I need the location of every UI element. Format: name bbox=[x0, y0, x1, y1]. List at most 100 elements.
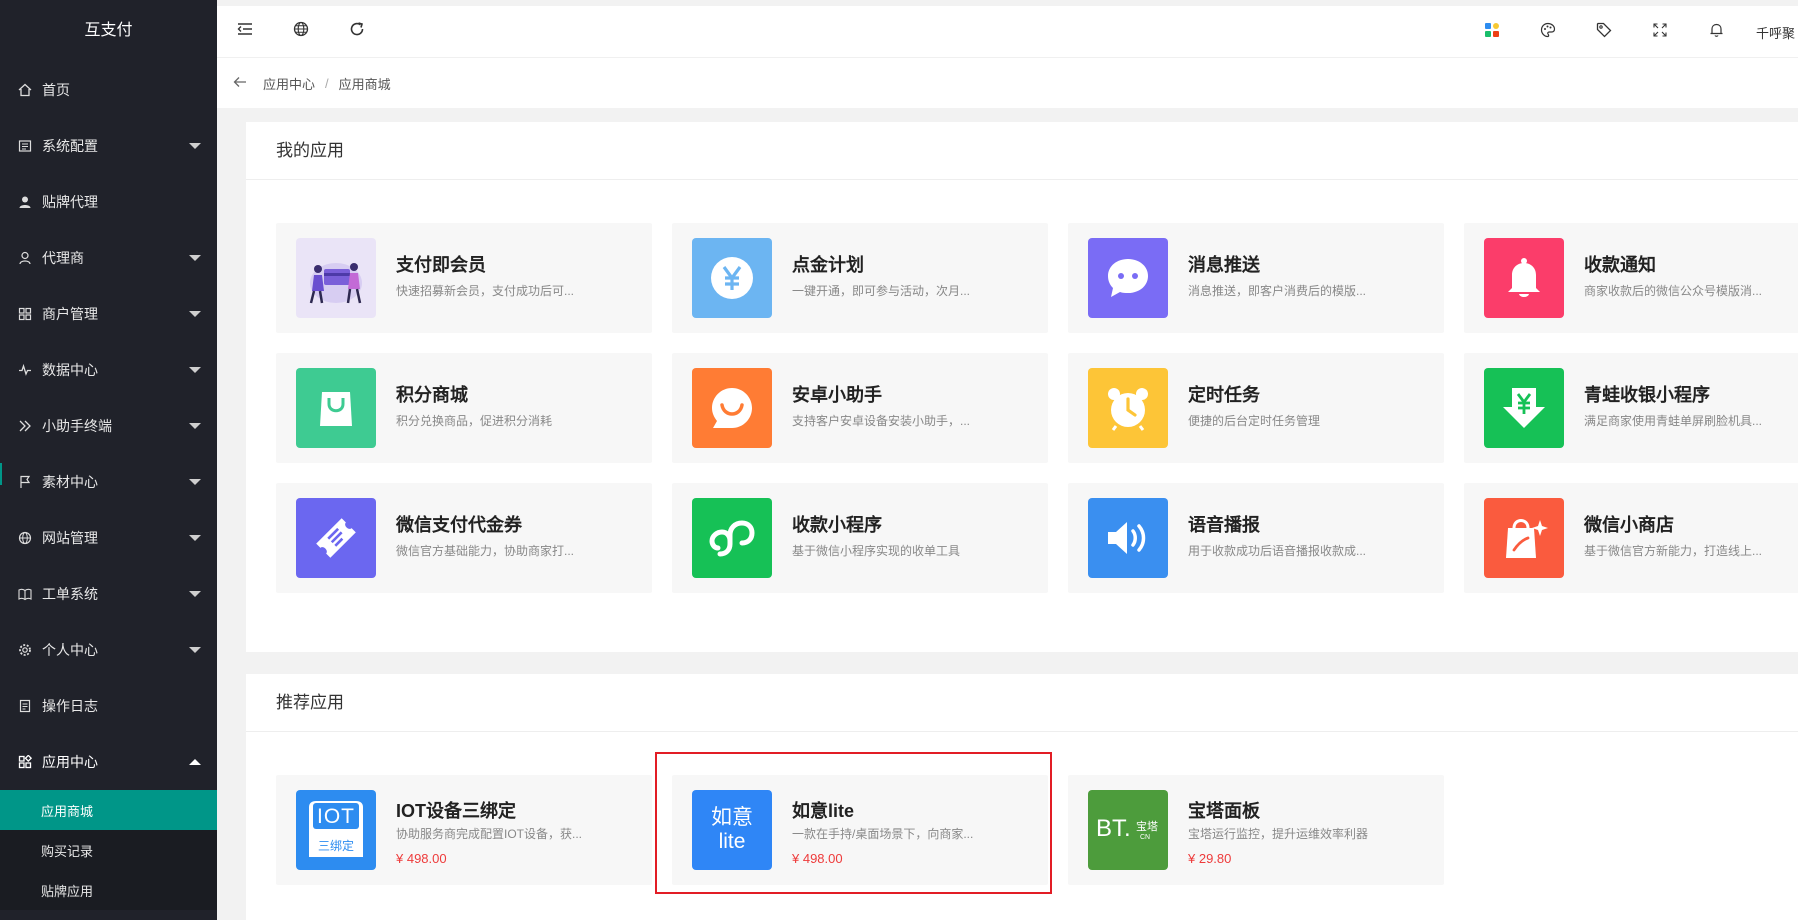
yuan-icon bbox=[692, 238, 772, 318]
sidebar-item-website[interactable]: 网站管理 bbox=[0, 510, 217, 566]
sidebar-item-label: 个人中心 bbox=[42, 642, 98, 658]
breadcrumb-current: 应用商城 bbox=[338, 76, 391, 92]
tag-icon bbox=[1596, 22, 1612, 43]
menu-toggle-button[interactable] bbox=[217, 6, 273, 58]
pulse-icon bbox=[16, 361, 34, 379]
app-desc: 基于微信官方新能力，打造线上... bbox=[1584, 544, 1763, 558]
app-desc: 消息推送，即客户消费后的模版... bbox=[1188, 284, 1367, 298]
breadcrumb: 应用中心 / 应用商城 bbox=[217, 58, 1798, 108]
app-name: 微信小商店 bbox=[1584, 515, 1674, 535]
mini-program-icon bbox=[692, 498, 772, 578]
sidebar-item-personal-center[interactable]: 个人中心 bbox=[0, 622, 217, 678]
app-card-ruyi-lite[interactable]: 如意 lite 如意lite 一款在手持/桌面场景下，向商家... ¥ 498.… bbox=[672, 775, 1048, 885]
app-name: 如意lite bbox=[792, 801, 855, 821]
app-card-member-pay[interactable]: 支付即会员 快速招募新会员，支付成功后可... bbox=[276, 223, 652, 333]
app-desc: 协助服务商完成配置IOT设备，获... bbox=[396, 827, 583, 841]
my-apps-panel: 我的应用 支付即会员 快速招募新会员，支付成功后可... 点金计划 一键开通，即… bbox=[246, 122, 1798, 652]
arrow-left-icon bbox=[233, 76, 247, 91]
refresh-button[interactable] bbox=[329, 6, 385, 58]
app-card-android-assistant[interactable]: 安卓小助手 支持客户安卓设备安装小助手，... bbox=[672, 353, 1048, 463]
submenu-item-purchase-records[interactable]: 购买记录 bbox=[0, 830, 217, 870]
sidebar-item-label: 代理商 bbox=[42, 250, 84, 266]
tag-button[interactable] bbox=[1576, 6, 1632, 58]
user-icon bbox=[16, 193, 34, 211]
member-illustration-icon bbox=[296, 238, 376, 318]
app-card-frog-cashier[interactable]: 青蛙收银小程序 满足商家使用青蛙单屏刷脸机具... bbox=[1464, 353, 1798, 463]
top-header: 千呼聚 bbox=[217, 6, 1798, 58]
sidebar-item-ticket[interactable]: 工单系统 bbox=[0, 566, 217, 622]
sidebar-item-label: 操作日志 bbox=[42, 698, 98, 714]
submenu-item-app-store[interactable]: 应用商城 bbox=[0, 790, 217, 830]
ruyi-logo-top: 如意 bbox=[711, 805, 753, 829]
app-price: ¥ 498.00 bbox=[792, 851, 843, 866]
breadcrumb-parent[interactable]: 应用中心 bbox=[263, 74, 315, 93]
header-right: 千呼聚 bbox=[1464, 6, 1798, 58]
sidebar: 互支付 首页 系统配置 贴牌代理 代理商 商户管理 数据中心 小助手终端 素材中… bbox=[0, 0, 217, 920]
user-name[interactable]: 千呼聚 bbox=[1744, 23, 1798, 42]
app-grid-button[interactable] bbox=[1464, 6, 1520, 58]
app-name: 积分商城 bbox=[396, 385, 468, 405]
app-name: 支付即会员 bbox=[396, 255, 486, 275]
app-desc: 支持客户安卓设备安装小助手，... bbox=[792, 414, 971, 428]
theme-button[interactable] bbox=[1520, 6, 1576, 58]
app-card-scheduled-task[interactable]: 定时任务 便捷的后台定时任务管理 bbox=[1068, 353, 1444, 463]
sidebar-item-app-center[interactable]: 应用中心 bbox=[0, 734, 217, 790]
chevron-down-icon bbox=[189, 423, 201, 429]
terminal-icon bbox=[16, 417, 34, 435]
app-desc: 微信官方基础能力，协助商家打... bbox=[396, 544, 575, 558]
app-card-payment-mini-program[interactable]: 收款小程序 基于微信小程序实现的收单工具 bbox=[672, 483, 1048, 593]
app-card-wechat-shop[interactable]: 微信小商店 基于微信官方新能力，打造线上... bbox=[1464, 483, 1798, 593]
ruyi-logo-bottom: lite bbox=[718, 830, 746, 853]
indent-icon bbox=[237, 22, 253, 41]
website-button[interactable] bbox=[273, 6, 329, 58]
sidebar-item-home[interactable]: 首页 bbox=[0, 62, 217, 118]
app-desc: 用于收款成功后语音播报收款成... bbox=[1188, 544, 1367, 558]
iot-logo-bottom: 三绑定 bbox=[317, 839, 354, 853]
bt-icon: BT. 宝塔 CN bbox=[1088, 790, 1168, 870]
app-card-bt-panel[interactable]: BT. 宝塔 CN 宝塔面板 宝塔运行监控，提升运维效率利器 ¥ 29.80 bbox=[1068, 775, 1444, 885]
app-card-wechat-coupon[interactable]: 微信支付代金券 微信官方基础能力，协助商家打... bbox=[276, 483, 652, 593]
notification-button[interactable] bbox=[1688, 6, 1744, 58]
book-icon bbox=[16, 585, 34, 603]
sidebar-item-label: 数据中心 bbox=[42, 362, 98, 378]
person-icon bbox=[16, 249, 34, 267]
sidebar-item-label: 贴牌代理 bbox=[42, 194, 98, 210]
sidebar-item-brand-agent[interactable]: 贴牌代理 bbox=[0, 174, 217, 230]
app-desc: 积分兑换商品，促进积分消耗 bbox=[396, 414, 553, 428]
app-name: 收款小程序 bbox=[792, 515, 882, 535]
back-button[interactable] bbox=[217, 76, 263, 91]
submenu-item-brand-apps[interactable]: 贴牌应用 bbox=[0, 870, 217, 910]
app-card-points-mall[interactable]: 积分商城 积分兑换商品，促进积分消耗 bbox=[276, 353, 652, 463]
fullscreen-button[interactable] bbox=[1632, 6, 1688, 58]
sidebar-item-label: 商户管理 bbox=[42, 306, 98, 322]
sidebar-item-data-center[interactable]: 数据中心 bbox=[0, 342, 217, 398]
app-name: 点金计划 bbox=[792, 255, 864, 275]
app-card-voice-broadcast[interactable]: 语音播报 用于收款成功后语音播报收款成... bbox=[1068, 483, 1444, 593]
bell-icon bbox=[1709, 22, 1724, 43]
app-card-iot-binding[interactable]: IOT 三绑定 IOT设备三绑定 协助服务商完成配置IOT设备，获... ¥ 4… bbox=[276, 775, 652, 885]
sidebar-item-system-config[interactable]: 系统配置 bbox=[0, 118, 217, 174]
app-card-message-push[interactable]: 消息推送 消息推送，即客户消费后的模版... bbox=[1068, 223, 1444, 333]
bt-logo-bottom: 宝塔 bbox=[1136, 821, 1158, 833]
recommended-apps-panel: 推荐应用 IOT 三绑定 IOT设备三绑定 协助服务商完成配置IOT设备，获..… bbox=[246, 674, 1798, 920]
app-name: 微信支付代金券 bbox=[396, 515, 522, 535]
sidebar-item-agent[interactable]: 代理商 bbox=[0, 230, 217, 286]
bt-logo-top: BT. bbox=[1096, 815, 1131, 842]
sidebar-item-merchant[interactable]: 商户管理 bbox=[0, 286, 217, 342]
sidebar-item-material-center[interactable]: 素材中心 bbox=[0, 454, 217, 510]
app-card-payment-notice[interactable]: 收款通知 商家收款后的微信公众号模版消... bbox=[1464, 223, 1798, 333]
chevron-down-icon bbox=[189, 143, 201, 149]
iot-logo-top: IOT bbox=[317, 805, 355, 828]
app-name: 语音播报 bbox=[1188, 515, 1260, 535]
merchant-icon bbox=[16, 305, 34, 323]
sidebar-item-operation-log[interactable]: 操作日志 bbox=[0, 678, 217, 734]
home-icon bbox=[16, 81, 34, 99]
palette-icon bbox=[1540, 22, 1556, 43]
sidebar-submenu-app-center: 应用商城 购买记录 贴牌应用 bbox=[0, 790, 217, 910]
flag-icon bbox=[16, 473, 34, 491]
app-name: 消息推送 bbox=[1188, 255, 1260, 275]
sidebar-item-assistant-terminal[interactable]: 小助手终端 bbox=[0, 398, 217, 454]
app-card-golden-plan[interactable]: 点金计划 一键开通，即可参与活动，次月... bbox=[672, 223, 1048, 333]
app-price: ¥ 29.80 bbox=[1188, 851, 1232, 866]
app-name: 收款通知 bbox=[1584, 255, 1656, 275]
